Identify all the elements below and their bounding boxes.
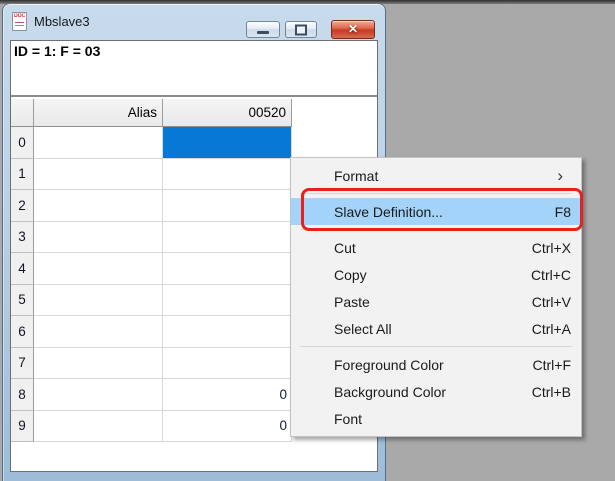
register-cell-8[interactable]: 0 xyxy=(163,379,292,411)
menu-item-label: Select All xyxy=(334,321,532,337)
menu-item-cut[interactable]: CutCtrl+X xyxy=(291,234,581,261)
row-header-0[interactable]: 0 xyxy=(11,127,34,159)
alias-cell-1[interactable] xyxy=(34,159,163,191)
corner-header xyxy=(11,99,34,127)
close-button[interactable]: ✕ xyxy=(331,20,375,39)
register-cell-1[interactable] xyxy=(163,159,292,191)
menu-item-foreground-color[interactable]: Foreground ColorCtrl+F xyxy=(291,351,581,378)
restore-button[interactable] xyxy=(285,21,317,38)
alias-cell-2[interactable] xyxy=(34,190,163,222)
restore-icon xyxy=(295,24,307,35)
alias-cell-3[interactable] xyxy=(34,222,163,254)
status-line: ID = 1: F = 03 xyxy=(11,41,377,97)
alias-cell-7[interactable] xyxy=(34,348,163,380)
menu-item-label: Font xyxy=(334,411,571,427)
titlebar[interactable]: DOC Mbslave3 ✕ xyxy=(3,4,385,40)
menu-item-shortcut: Ctrl+X xyxy=(532,240,571,256)
menu-item-label: Format xyxy=(334,168,557,184)
register-cell-5[interactable] xyxy=(163,285,292,317)
menu-item-select-all[interactable]: Select AllCtrl+A xyxy=(291,315,581,342)
alias-cell-0[interactable] xyxy=(34,127,163,159)
register-cell-6[interactable] xyxy=(163,316,292,348)
grid-row-0: 0 xyxy=(11,127,377,159)
menu-item-label: Background Color xyxy=(334,384,532,400)
menu-item-label: Cut xyxy=(334,240,532,256)
menu-item-background-color[interactable]: Background ColorCtrl+B xyxy=(291,378,581,405)
alias-cell-8[interactable] xyxy=(34,379,163,411)
row-header-7[interactable]: 7 xyxy=(11,348,34,380)
row-header-6[interactable]: 6 xyxy=(11,316,34,348)
menu-item-copy[interactable]: CopyCtrl+C xyxy=(291,261,581,288)
menu-item-label: Copy xyxy=(334,267,531,283)
menu-item-format[interactable]: Format› xyxy=(291,162,581,189)
minimize-button[interactable] xyxy=(246,21,280,38)
screen: DOC Mbslave3 ✕ ID = 1: F = 03 Alias00520… xyxy=(0,0,615,481)
register-cell-2[interactable] xyxy=(163,190,292,222)
row-header-5[interactable]: 5 xyxy=(11,285,34,317)
row-header-3[interactable]: 3 xyxy=(11,222,34,254)
row-header-1[interactable]: 1 xyxy=(11,159,34,191)
menu-separator xyxy=(300,346,572,347)
register-cell-0-selected[interactable] xyxy=(163,127,292,159)
row-header-9[interactable]: 9 xyxy=(11,411,34,443)
submenu-arrow-icon: › xyxy=(557,167,563,184)
alias-cell-5[interactable] xyxy=(34,285,163,317)
menu-item-shortcut: Ctrl+B xyxy=(532,384,571,400)
menu-item-shortcut: Ctrl+V xyxy=(532,294,571,310)
top-edge-strip xyxy=(0,0,615,4)
alias-cell-9[interactable] xyxy=(34,411,163,443)
minimize-icon xyxy=(257,31,269,34)
register-cell-9[interactable]: 0 xyxy=(163,411,292,443)
menu-item-shortcut: Ctrl+A xyxy=(532,321,571,337)
register-cell-7[interactable] xyxy=(163,348,292,380)
alias-cell-4[interactable] xyxy=(34,253,163,285)
column-header-register: 00520 xyxy=(163,99,292,127)
window-title: Mbslave3 xyxy=(34,14,90,29)
menu-item-label: Foreground Color xyxy=(334,357,533,373)
register-cell-4[interactable] xyxy=(163,253,292,285)
menu-item-label: Paste xyxy=(334,294,532,310)
menu-item-shortcut: Ctrl+F xyxy=(533,357,572,373)
document-icon: DOC xyxy=(12,12,27,31)
register-cell-3[interactable] xyxy=(163,222,292,254)
row-header-8[interactable]: 8 xyxy=(11,379,34,411)
menu-item-shortcut: Ctrl+C xyxy=(531,267,571,283)
menu-item-paste[interactable]: PasteCtrl+V xyxy=(291,288,581,315)
row-header-2[interactable]: 2 xyxy=(11,190,34,222)
close-icon: ✕ xyxy=(332,22,374,36)
alias-cell-6[interactable] xyxy=(34,316,163,348)
document-icon-text: DOC xyxy=(14,14,25,20)
annotation-highlight-box xyxy=(301,188,583,231)
column-header-alias: Alias xyxy=(34,99,163,127)
grid-header-row: Alias00520 xyxy=(11,99,377,127)
menu-item-font[interactable]: Font xyxy=(291,405,581,432)
row-header-4[interactable]: 4 xyxy=(11,253,34,285)
